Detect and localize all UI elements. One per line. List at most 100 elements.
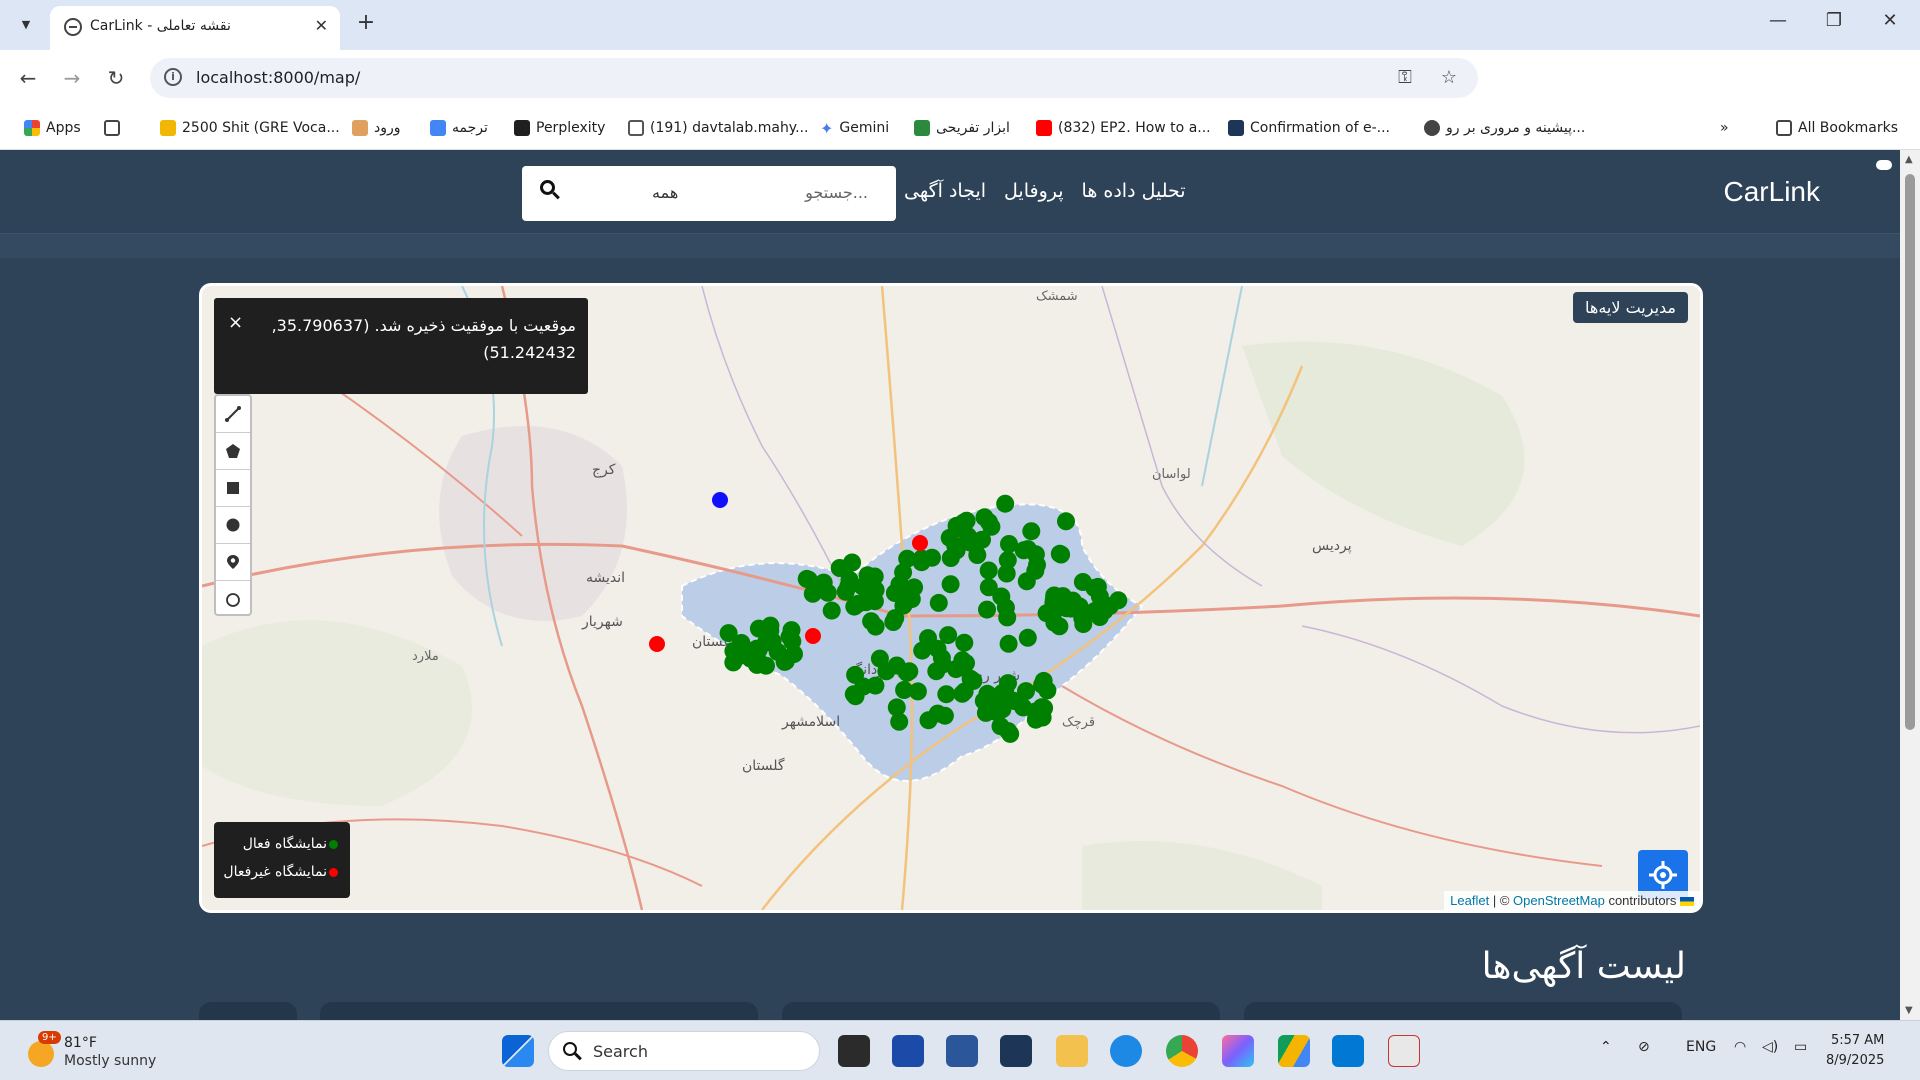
active-dealer-marker[interactable] bbox=[976, 703, 995, 722]
active-dealer-marker[interactable] bbox=[999, 634, 1018, 653]
bookmark-translate[interactable]: ترجمه bbox=[430, 116, 488, 140]
input-language[interactable]: ENG bbox=[1686, 1039, 1716, 1055]
copilot-icon[interactable] bbox=[1222, 1035, 1254, 1067]
active-dealer-marker[interactable] bbox=[996, 598, 1015, 617]
active-dealer-marker[interactable] bbox=[923, 548, 941, 567]
active-dealer-marker[interactable] bbox=[993, 683, 1012, 702]
bookmark-youtube[interactable]: (832) EP2. How to a... bbox=[1036, 116, 1211, 140]
tab-groups-icon[interactable] bbox=[104, 116, 120, 140]
search-input[interactable]: جستجو... bbox=[805, 183, 868, 202]
listing-card[interactable] bbox=[1244, 1002, 1682, 1020]
search-icon[interactable] bbox=[540, 180, 562, 202]
store-icon[interactable] bbox=[892, 1035, 924, 1067]
network-off-icon[interactable]: ⊘ bbox=[1638, 1039, 1650, 1055]
active-dealer-marker[interactable] bbox=[929, 593, 948, 612]
bookmark-mail[interactable]: (191) davtalab.mahy... bbox=[628, 116, 808, 140]
active-dealer-marker[interactable] bbox=[993, 700, 1012, 719]
address-bar[interactable]: i localhost:8000/map/ ⚿ ☆ bbox=[150, 58, 1478, 98]
snipping-tool-icon[interactable] bbox=[1388, 1035, 1420, 1067]
active-dealer-marker[interactable] bbox=[913, 641, 932, 660]
active-dealer-marker[interactable] bbox=[978, 600, 996, 619]
active-dealer-marker[interactable] bbox=[1017, 572, 1036, 591]
new-tab-button[interactable]: + bbox=[352, 10, 380, 35]
active-dealer-marker[interactable] bbox=[928, 639, 947, 658]
osm-link[interactable]: OpenStreetMap bbox=[1513, 893, 1605, 908]
active-dealer-marker[interactable] bbox=[894, 563, 913, 582]
active-dealer-marker[interactable] bbox=[1028, 555, 1046, 574]
inactive-dealer-marker[interactable] bbox=[912, 535, 928, 551]
toast-close-button[interactable]: × bbox=[228, 312, 243, 333]
taskbar-search[interactable]: Search bbox=[548, 1031, 820, 1071]
active-dealer-marker[interactable] bbox=[1109, 591, 1128, 610]
wifi-icon[interactable]: ◠ bbox=[1734, 1039, 1746, 1055]
battery-icon[interactable]: ▭ bbox=[1794, 1039, 1807, 1055]
active-dealer-marker[interactable] bbox=[973, 530, 991, 549]
google-drive-icon[interactable] bbox=[1278, 1035, 1310, 1067]
active-dealer-marker[interactable] bbox=[846, 665, 865, 684]
active-dealer-marker[interactable] bbox=[957, 511, 976, 530]
active-dealer-marker[interactable] bbox=[1074, 615, 1093, 633]
rectangle-icon[interactable] bbox=[216, 470, 250, 507]
scrollbar-thumb[interactable] bbox=[1905, 174, 1915, 730]
bookmark-perplexity[interactable]: Perplexity bbox=[514, 116, 605, 140]
active-dealer-marker[interactable] bbox=[955, 682, 974, 701]
active-dealer-marker[interactable] bbox=[927, 662, 946, 681]
active-dealer-marker[interactable] bbox=[775, 652, 794, 671]
active-dealer-marker[interactable] bbox=[1045, 586, 1064, 605]
interactive-map[interactable]: کرج شهریار اندیشه باغستان چهاردانگه اسلا… bbox=[199, 283, 1703, 913]
polyline-icon[interactable] bbox=[216, 396, 250, 433]
active-dealer-marker[interactable] bbox=[866, 676, 885, 695]
close-tab-icon[interactable]: ✕ bbox=[315, 16, 328, 35]
windows-start-icon[interactable] bbox=[502, 1035, 534, 1067]
active-dealer-marker[interactable] bbox=[797, 569, 816, 588]
active-dealer-marker[interactable] bbox=[979, 578, 998, 597]
active-dealer-marker[interactable] bbox=[941, 575, 960, 594]
back-icon[interactable]: ← bbox=[14, 64, 42, 92]
listing-card[interactable] bbox=[199, 1002, 297, 1020]
active-dealer-marker[interactable] bbox=[941, 549, 960, 567]
reload-icon[interactable]: ↻ bbox=[102, 64, 130, 92]
saved-location-marker[interactable] bbox=[712, 492, 728, 508]
vscode-icon[interactable] bbox=[1332, 1035, 1364, 1067]
active-dealer-marker[interactable] bbox=[761, 616, 780, 635]
search-filter-select[interactable]: همه bbox=[652, 183, 678, 202]
weather-widget[interactable]: 9+ 81°F Mostly sunny bbox=[22, 1029, 222, 1073]
active-dealer-marker[interactable] bbox=[1038, 681, 1057, 700]
restore-icon[interactable]: ❐ bbox=[1814, 10, 1854, 31]
browser-tab-active[interactable]: CarLink - نقشه تعاملی ✕ bbox=[50, 6, 340, 50]
inactive-dealer-marker[interactable] bbox=[805, 628, 821, 644]
password-key-icon[interactable]: ⚿ bbox=[1394, 67, 1416, 89]
active-dealer-marker[interactable] bbox=[991, 717, 1010, 736]
search-box[interactable]: جستجو... همه bbox=[522, 166, 896, 221]
toggle-icon[interactable] bbox=[1876, 160, 1892, 170]
active-dealer-marker[interactable] bbox=[900, 662, 919, 681]
page-scrollbar[interactable]: ▲ ▼ bbox=[1900, 150, 1920, 1020]
task-view-icon[interactable] bbox=[838, 1035, 870, 1067]
chrome-icon[interactable] bbox=[1166, 1035, 1198, 1067]
bookmarks-overflow-icon[interactable]: » bbox=[1720, 116, 1729, 140]
active-dealer-marker[interactable] bbox=[862, 612, 881, 631]
polygon-icon[interactable] bbox=[216, 433, 250, 470]
active-dealer-marker[interactable] bbox=[996, 494, 1015, 513]
active-dealer-marker[interactable] bbox=[1033, 708, 1052, 727]
active-dealer-marker[interactable] bbox=[830, 559, 849, 577]
edge-icon[interactable] bbox=[1110, 1035, 1142, 1067]
active-dealer-marker[interactable] bbox=[975, 508, 994, 527]
tray-overflow-icon[interactable]: ⌃ bbox=[1600, 1039, 1612, 1055]
bookmark-apps[interactable]: Apps bbox=[24, 116, 81, 140]
forward-icon[interactable]: → bbox=[58, 64, 86, 92]
close-window-icon[interactable]: ✕ bbox=[1870, 10, 1910, 31]
active-dealer-marker[interactable] bbox=[954, 658, 973, 677]
active-dealer-marker[interactable] bbox=[814, 573, 833, 592]
listing-card[interactable] bbox=[782, 1002, 1220, 1020]
bookmark-fun-tools[interactable]: ابزار تفریحی bbox=[914, 116, 1010, 140]
active-dealer-marker[interactable] bbox=[822, 601, 841, 620]
word-icon[interactable] bbox=[946, 1035, 978, 1067]
bookmark-login[interactable]: ورود bbox=[352, 116, 401, 140]
tab-search-button[interactable]: ▼ bbox=[10, 8, 42, 40]
active-dealer-marker[interactable] bbox=[741, 649, 760, 668]
scroll-down-icon[interactable]: ▼ bbox=[1905, 1005, 1913, 1016]
active-dealer-marker[interactable] bbox=[1018, 628, 1037, 647]
active-dealer-marker[interactable] bbox=[844, 685, 863, 704]
active-dealer-marker[interactable] bbox=[865, 592, 884, 611]
